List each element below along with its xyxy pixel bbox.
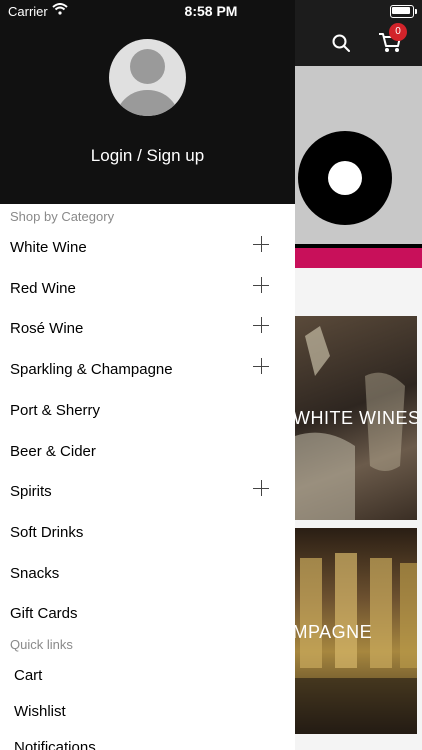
status-bar: Carrier 8:58 PM — [0, 0, 422, 22]
quick-link-label: Wishlist — [14, 703, 66, 720]
category-item-beer-cider[interactable]: Beer & Cider — [0, 434, 295, 472]
avatar-head — [130, 49, 165, 84]
expand-plus-icon[interactable] — [253, 358, 269, 374]
avatar-body — [115, 90, 180, 116]
category-label: Rosé Wine — [10, 320, 84, 337]
tile-divider — [295, 520, 422, 528]
category-item-spirits[interactable]: Spirits — [0, 474, 295, 512]
drawer-header: Login / Sign up — [0, 0, 295, 204]
avatar[interactable] — [109, 39, 186, 116]
category-item-red-wine[interactable]: Red Wine — [0, 271, 295, 309]
expand-plus-icon[interactable] — [253, 277, 269, 293]
category-label: Gift Cards — [10, 605, 78, 622]
category-item-port-sherry[interactable]: Port & Sherry — [0, 393, 295, 431]
quick-link-notifications[interactable]: Notifications — [0, 731, 295, 750]
promo-strip — [295, 248, 422, 268]
shop-by-category-title: Shop by Category — [10, 209, 115, 224]
category-label: Sparkling & Champagne — [10, 361, 173, 378]
quick-link-wishlist[interactable]: Wishlist — [0, 695, 295, 729]
category-item-snacks[interactable]: Snacks — [0, 556, 295, 594]
expand-plus-icon[interactable] — [253, 480, 269, 496]
category-label: White Wine — [10, 239, 87, 256]
quick-link-label: Notifications — [14, 739, 96, 750]
navigation-drawer: Login / Sign up Shop by Category White W… — [0, 0, 295, 750]
tile-label: CHAMPAGNE — [295, 622, 373, 642]
brand-logo — [298, 131, 392, 225]
content-spacer — [295, 268, 422, 316]
category-label: Port & Sherry — [10, 402, 101, 419]
category-item-gift-cards[interactable]: Gift Cards — [0, 596, 295, 634]
login-signup-link[interactable]: Login / Sign up — [0, 146, 295, 166]
status-time: 8:58 PM — [184, 3, 238, 19]
cart-count-badge: 0 — [389, 23, 407, 41]
quick-link-cart[interactable]: Cart — [0, 659, 295, 693]
expand-plus-icon[interactable] — [253, 317, 269, 333]
category-item-white-wine[interactable]: White Wine — [0, 230, 295, 268]
quick-link-label: Cart — [14, 667, 43, 684]
category-tile-white-wines[interactable]: WHITE WINES — [295, 316, 417, 520]
category-label: Spirits — [10, 483, 52, 500]
category-label: Red Wine — [10, 280, 76, 297]
page-bottom — [295, 734, 422, 750]
page-margin — [417, 316, 422, 750]
search-icon[interactable] — [332, 34, 350, 57]
category-item-rose-wine[interactable]: Rosé Wine — [0, 311, 295, 349]
category-label: Beer & Cider — [10, 443, 96, 460]
category-label: Snacks — [10, 565, 60, 582]
category-tile-champagne[interactable]: CHAMPAGNE — [295, 528, 417, 734]
quick-links-title: Quick links — [10, 637, 73, 652]
category-item-soft-drinks[interactable]: Soft Drinks — [0, 515, 295, 553]
category-label: Soft Drinks — [10, 524, 84, 541]
battery-icon — [390, 5, 417, 18]
category-item-sparkling-champagne[interactable]: Sparkling & Champagne — [0, 352, 295, 390]
tile-label: WHITE WINES — [295, 408, 417, 428]
expand-plus-icon[interactable] — [253, 236, 269, 252]
